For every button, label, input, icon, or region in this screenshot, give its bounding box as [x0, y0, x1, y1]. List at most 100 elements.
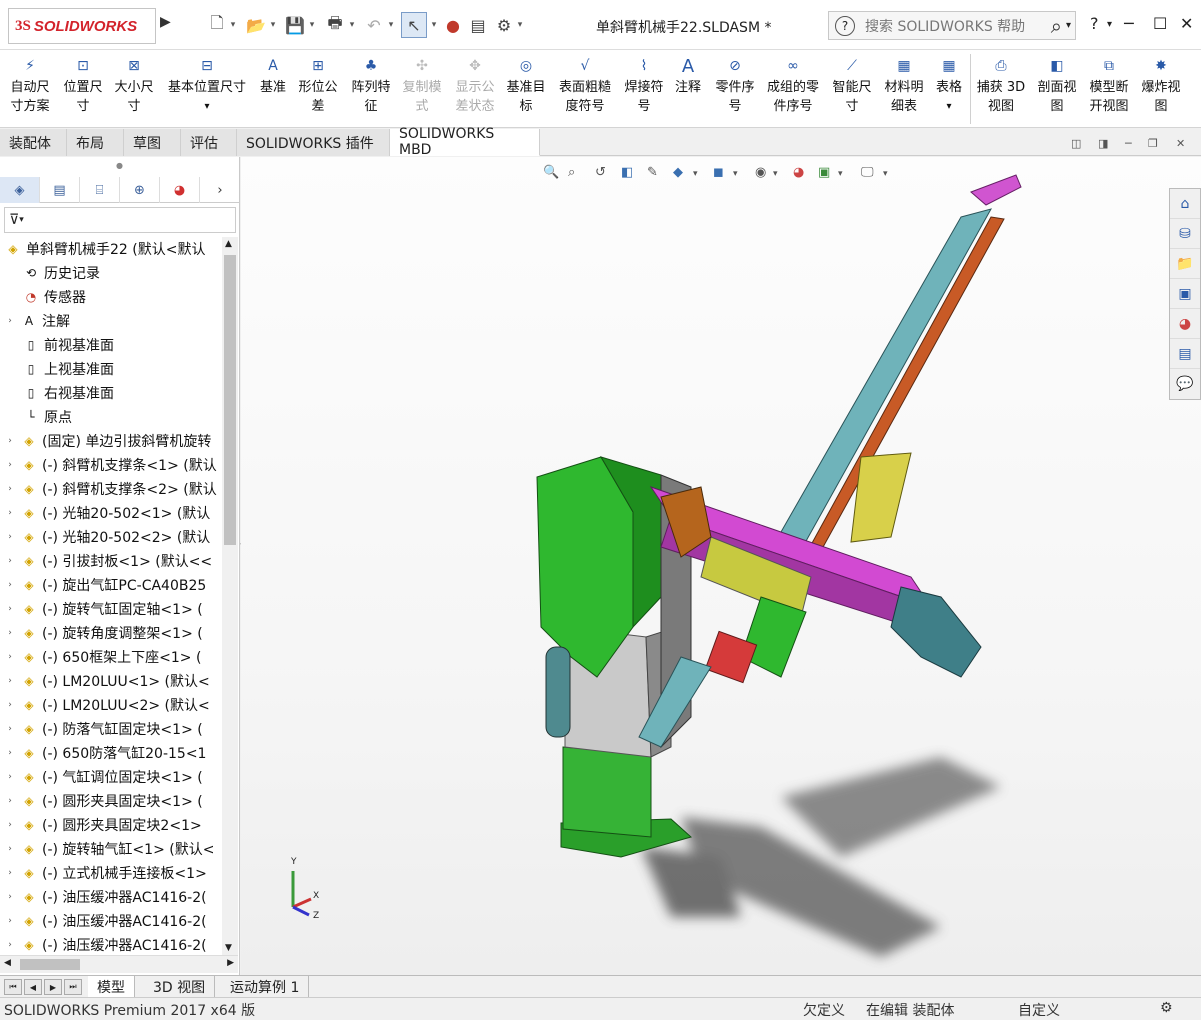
custom-properties-icon[interactable]: ▤: [1170, 339, 1200, 369]
print-dropdown-icon[interactable]: ▾: [347, 12, 357, 38]
forum-icon[interactable]: 💬: [1170, 369, 1200, 399]
rebuild-status-icon[interactable]: ⚙: [1160, 1000, 1173, 1016]
tree-item-component[interactable]: › ◈ (-) 650框架上下座<1> (: [0, 645, 222, 669]
design-library-icon[interactable]: ⛁: [1170, 219, 1200, 249]
tree-item-sensors[interactable]: ◔ 传感器: [0, 285, 222, 309]
tree-filter[interactable]: ⊽ ▾: [4, 207, 236, 233]
help-search[interactable]: ? 搜索 SOLIDWORKS 帮助 ⌕ ▾: [828, 11, 1076, 40]
scroll-thumb[interactable]: [224, 255, 236, 545]
expand-icon[interactable]: ›: [4, 700, 16, 710]
tree-item-component[interactable]: › ◈ (-) 斜臂机支撑条<1> (默认: [0, 453, 222, 477]
bom-button[interactable]: ▦ 材料明 细表: [880, 56, 928, 116]
view-palette-icon[interactable]: ▣: [1170, 279, 1200, 309]
tree-root[interactable]: ◈ 单斜臂机械手22 (默认<默认: [0, 237, 222, 261]
solidworks-logo[interactable]: 3S SOLIDWORKS: [8, 8, 156, 44]
location-dimension-button[interactable]: ⊡ 位置尺寸: [58, 56, 108, 116]
tree-item-component[interactable]: › ◈ (-) 斜臂机支撑条<2> (默认: [0, 477, 222, 501]
expand-icon[interactable]: ›: [4, 796, 16, 806]
file-explorer-icon[interactable]: 📁: [1170, 249, 1200, 279]
tree-item-component[interactable]: › ◈ (-) 引拔封板<1> (默认<<: [0, 549, 222, 573]
robot-arm-model[interactable]: [536, 174, 1022, 858]
file-properties-icon[interactable]: ▤: [468, 12, 488, 38]
size-dimension-button[interactable]: ⊠ 大小尺寸: [110, 56, 158, 116]
options-dropdown-icon[interactable]: ▾: [515, 12, 525, 38]
tile-left-icon[interactable]: ◫: [1071, 137, 1081, 150]
auto-dimension-button[interactable]: ⚡ 自动尺 寸方案: [4, 56, 56, 116]
expand-icon[interactable]: ›: [4, 724, 16, 734]
expand-icon[interactable]: ›: [4, 628, 16, 638]
expand-icon[interactable]: ›: [4, 436, 16, 446]
dropdown-icon[interactable]: ▾: [946, 97, 951, 116]
tree-item-component[interactable]: › ◈ (-) 旋转轴气缸<1> (默认<: [0, 837, 222, 861]
tab-sketch[interactable]: 草图: [124, 129, 181, 156]
save-dropdown-icon[interactable]: ▾: [307, 12, 317, 38]
doc-close-icon[interactable]: ✕: [1176, 137, 1185, 150]
scroll-right-icon[interactable]: ▶: [227, 958, 234, 968]
undo-dropdown-icon[interactable]: ▾: [386, 12, 396, 38]
expand-icon[interactable]: ›: [4, 532, 16, 542]
first-tab-icon[interactable]: ⏮: [4, 979, 22, 995]
tree-item-top-plane[interactable]: ▯ 上视基准面: [0, 357, 222, 381]
panel-grip-icon[interactable]: ●: [116, 161, 123, 170]
stacked-balloon-button[interactable]: ∞ 成组的零 件序号: [762, 56, 824, 116]
doc-minimize-icon[interactable]: ─: [1125, 137, 1132, 150]
property-manager-tab-icon[interactable]: ▤: [40, 177, 80, 203]
select-icon[interactable]: ↖: [401, 12, 427, 38]
expand-icon[interactable]: ›: [4, 652, 16, 662]
tab-assembly[interactable]: 装配体: [0, 129, 67, 156]
smart-dimension-button[interactable]: ⟋ 智能尺寸: [828, 56, 876, 116]
expand-icon[interactable]: ›: [4, 748, 16, 758]
tree-item-history[interactable]: ⟲ 历史记录: [0, 261, 222, 285]
tab-layout[interactable]: 布局: [67, 129, 124, 156]
tab-mbd[interactable]: SOLIDWORKS MBD: [390, 126, 540, 158]
minimize-icon[interactable]: ─: [1124, 14, 1134, 33]
tab-evaluate[interactable]: 评估: [181, 129, 237, 156]
undo-icon[interactable]: ↶: [363, 12, 385, 38]
expand-icon[interactable]: ›: [4, 892, 16, 902]
select-dropdown-icon[interactable]: ▾: [429, 12, 439, 38]
balloon-button[interactable]: ⊘ 零件序号: [710, 56, 760, 116]
show-tolerance-status-button[interactable]: ✥ 显示公 差状态: [450, 56, 500, 116]
tree-item-front-plane[interactable]: ▯ 前视基准面: [0, 333, 222, 357]
tree-item-component[interactable]: › ◈ (-) 油压缓冲器AC1416-2(: [0, 933, 222, 955]
help-icon[interactable]: ?: [1090, 14, 1099, 33]
explode-view-button[interactable]: ✸ 爆炸视图: [1136, 56, 1186, 116]
feature-manager-tab-icon[interactable]: ◈: [0, 177, 40, 203]
last-tab-icon[interactable]: ⏭: [64, 979, 82, 995]
tree-item-component[interactable]: › ◈ (-) 防落气缸固定块<1> (: [0, 717, 222, 741]
rebuild-icon[interactable]: ●: [444, 12, 462, 38]
tree-item-component[interactable]: › ◈ (-) 气缸调位固定块<1> (: [0, 765, 222, 789]
display-manager-tab-icon[interactable]: ◕: [160, 177, 200, 203]
doc-restore-icon[interactable]: ❐: [1148, 137, 1158, 150]
status-units[interactable]: 自定义: [1018, 1000, 1060, 1020]
weld-symbol-button[interactable]: ⌇ 焊接符号: [620, 56, 668, 116]
tree-item-component[interactable]: › ◈ (-) 油压缓冲器AC1416-2(: [0, 909, 222, 933]
new-dropdown-icon[interactable]: ▾: [228, 12, 238, 38]
expand-icon[interactable]: ›: [4, 508, 16, 518]
tree-item-component[interactable]: › ◈ (-) 油压缓冲器AC1416-2(: [0, 885, 222, 909]
solidworks-resources-icon[interactable]: ⌂: [1170, 189, 1200, 219]
save-icon[interactable]: 💾: [284, 12, 306, 38]
dropdown-icon[interactable]: ▾: [204, 97, 209, 116]
options-gear-icon[interactable]: ⚙: [494, 12, 514, 38]
tree-item-origin[interactable]: └ 原点: [0, 405, 222, 429]
panel-tabs-more-icon[interactable]: ›: [200, 177, 240, 203]
tree-item-component[interactable]: › ◈ (-) 光轴20-502<1> (默认: [0, 501, 222, 525]
scroll-left-icon[interactable]: ◀: [4, 958, 11, 968]
scroll-down-icon[interactable]: ▼: [225, 943, 232, 953]
appearances-icon[interactable]: ◕: [1170, 309, 1200, 339]
datum-button[interactable]: A 基准: [256, 56, 290, 97]
tree-item-component[interactable]: › ◈ (-) 650防落气缸20-15<1: [0, 741, 222, 765]
expand-icon[interactable]: ›: [4, 868, 16, 878]
tree-item-component[interactable]: › ◈ (-) 旋出气缸PC-CA40B25: [0, 573, 222, 597]
tables-button[interactable]: ▦ 表格 ▾: [932, 56, 966, 116]
expand-icon[interactable]: ›: [4, 556, 16, 566]
tree-item-component[interactable]: › ◈ (固定) 单边引拔斜臂机旋转: [0, 429, 222, 453]
hscroll-thumb[interactable]: [20, 959, 80, 970]
geometric-tolerance-button[interactable]: ⊞ 形位公差: [294, 56, 342, 116]
expand-icon[interactable]: ›: [4, 772, 16, 782]
expand-icon[interactable]: ›: [4, 940, 16, 950]
tree-item-component[interactable]: › ◈ (-) 立式机械手连接板<1>: [0, 861, 222, 885]
tree-item-component[interactable]: › ◈ (-) 光轴20-502<2> (默认: [0, 525, 222, 549]
model-break-view-button[interactable]: ⧉ 模型断 开视图: [1084, 56, 1134, 116]
